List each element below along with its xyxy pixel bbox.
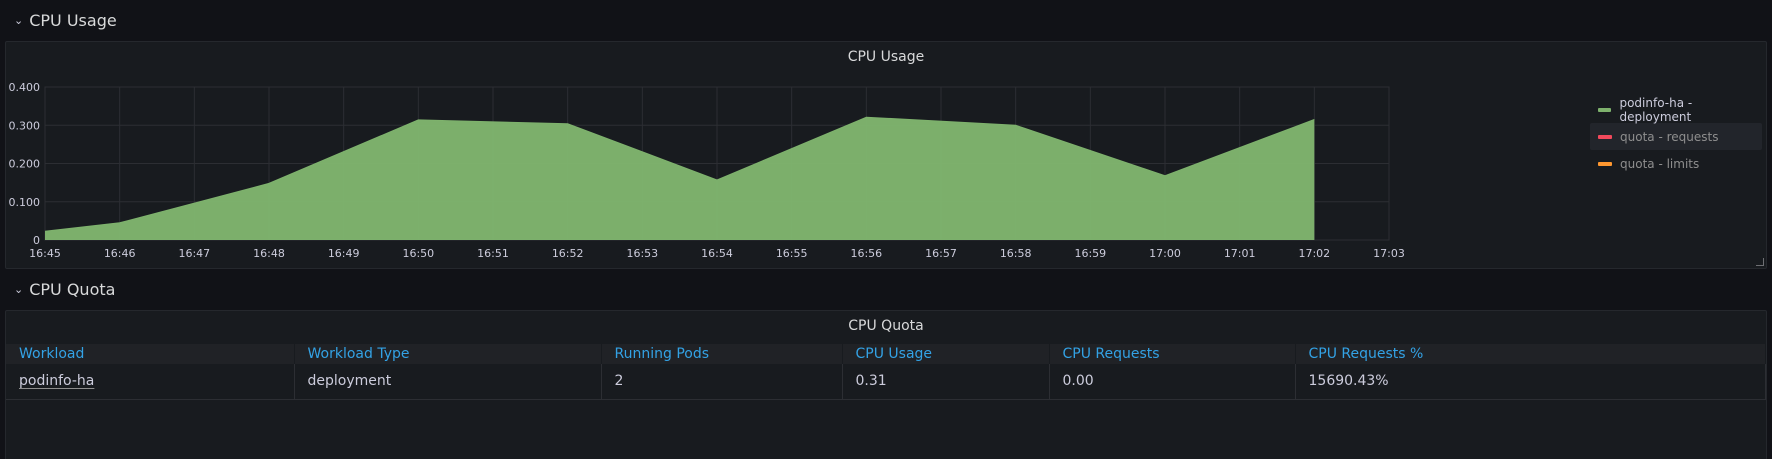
quota-table: Workload Workload Type Running Pods CPU … (6, 344, 1766, 400)
y-tick-label: 0.400 (9, 81, 41, 94)
chart-legend: podinfo-ha - deployment quota - requests… (1590, 96, 1762, 177)
x-tick-label: 16:45 (29, 247, 61, 260)
column-header-workload[interactable]: Workload (6, 344, 295, 364)
x-tick-label: 16:47 (178, 247, 210, 260)
cell-running-pods: 2 (601, 364, 843, 400)
column-header-running-pods[interactable]: Running Pods (601, 344, 843, 364)
cpu-usage-chart[interactable]: 0 0.100 0.200 0.300 0.400 16:45 16:46 16:47 16:4… (6, 42, 1590, 270)
y-tick-label: 0.200 (9, 158, 41, 171)
table-header-row: Workload Workload Type Running Pods CPU … (6, 344, 1766, 364)
cell-cpu-usage: 0.31 (842, 364, 1050, 400)
legend-swatch (1598, 161, 1612, 166)
column-header-workload-type[interactable]: Workload Type (294, 344, 602, 364)
panel-title[interactable]: CPU Quota (6, 318, 1766, 334)
column-header-cpu-usage[interactable]: CPU Usage (842, 344, 1050, 364)
chevron-down-icon[interactable]: ⌄ (14, 283, 23, 296)
series-area-deployment (45, 117, 1315, 240)
row-title: CPU Quota (29, 279, 116, 299)
x-tick-label: 17:01 (1224, 247, 1256, 260)
cpu-usage-panel: CPU Usage 0 0.100 0.200 0.300 0.400 16:45 16:4… (5, 41, 1767, 269)
legend-swatch (1598, 134, 1612, 139)
x-tick-label: 16:46 (104, 247, 136, 260)
cell-cpu-requests: 0.00 (1049, 364, 1296, 400)
cell-workload-type: deployment (294, 364, 602, 400)
row-title: CPU Usage (29, 10, 117, 30)
column-header-cpu-requests[interactable]: CPU Requests (1049, 344, 1296, 364)
legend-label: quota - requests (1620, 129, 1719, 144)
x-tick-label: 16:50 (402, 247, 434, 260)
x-tick-label: 16:55 (776, 247, 808, 260)
legend-item-deployment[interactable]: podinfo-ha - deployment (1590, 95, 1762, 124)
table-row: podinfo-ha deployment 2 0.31 0.00 15690.… (6, 364, 1766, 400)
x-tick-label: 16:57 (925, 247, 957, 260)
x-tick-label: 16:48 (253, 247, 285, 260)
workload-link[interactable]: podinfo-ha (19, 373, 94, 389)
x-tick-label: 16:54 (701, 247, 733, 260)
x-tick-label: 16:49 (328, 247, 360, 260)
cell-cpu-requests-pct: 15690.43% (1295, 364, 1766, 400)
legend-swatch (1598, 107, 1612, 112)
row-header-cpu-usage[interactable]: ⌄ CPU Usage (0, 8, 117, 32)
chevron-down-icon[interactable]: ⌄ (14, 14, 23, 27)
legend-label: podinfo-ha - deployment (1619, 95, 1693, 124)
x-tick-label: 17:00 (1149, 247, 1181, 260)
x-tick-label: 17:02 (1298, 247, 1330, 260)
column-header-cpu-requests-pct[interactable]: CPU Requests % (1295, 344, 1766, 364)
legend-item-requests[interactable]: quota - requests (1590, 123, 1762, 150)
x-tick-label: 16:51 (477, 247, 509, 260)
legend-label: quota - limits (1620, 156, 1700, 171)
cpu-quota-panel: CPU Quota Workload Workload Type Running… (5, 310, 1767, 459)
x-tick-label: 16:53 (626, 247, 658, 260)
x-tick-label: 16:56 (850, 247, 882, 260)
y-tick-label: 0 (33, 234, 40, 247)
resize-handle-icon[interactable] (1756, 258, 1764, 266)
legend-item-limits[interactable]: quota - limits (1590, 150, 1762, 177)
row-header-cpu-quota[interactable]: ⌄ CPU Quota (0, 277, 115, 301)
x-tick-label: 16:58 (1000, 247, 1032, 260)
cell-workload[interactable]: podinfo-ha (6, 364, 295, 400)
x-tick-label: 17:03 (1373, 247, 1405, 260)
y-tick-label: 0.100 (9, 196, 41, 209)
x-tick-label: 16:52 (552, 247, 584, 260)
x-tick-label: 16:59 (1074, 247, 1106, 260)
y-tick-label: 0.300 (9, 119, 41, 132)
